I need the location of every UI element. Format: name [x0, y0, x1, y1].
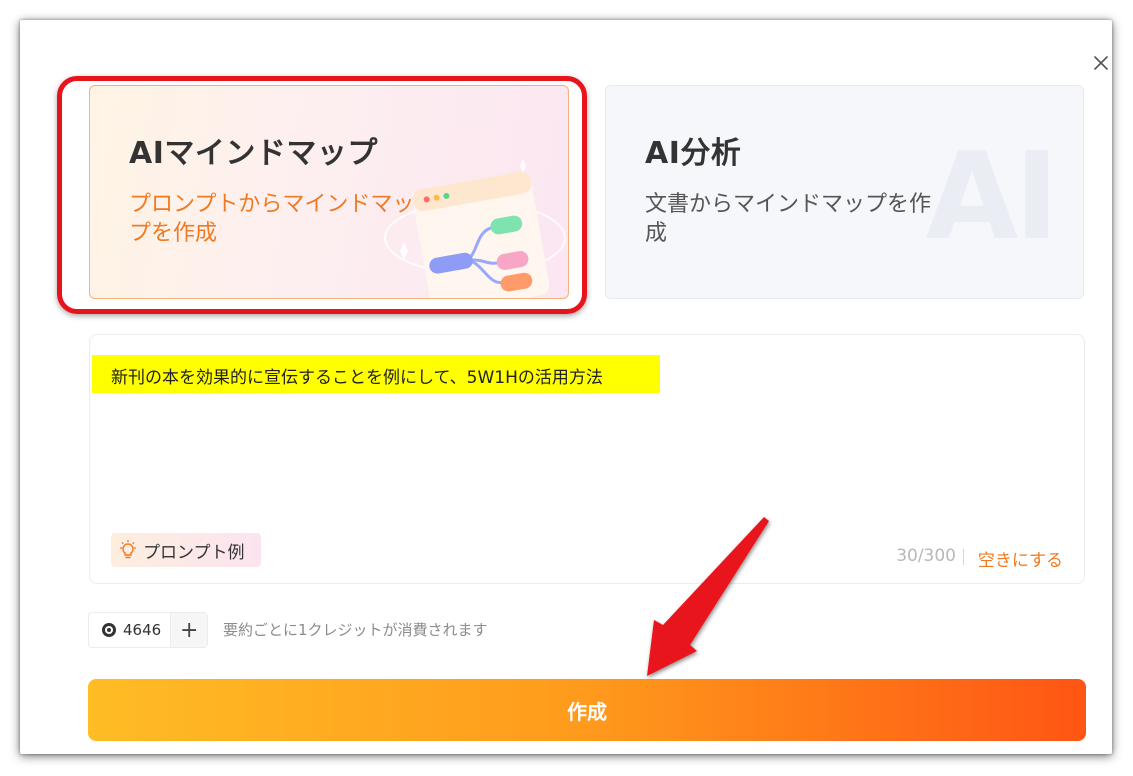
- clear-button[interactable]: 空きにする: [978, 546, 1063, 571]
- card-ai-mind-map[interactable]: AIマインドマップ プロンプトからマインドマップを作成: [89, 85, 569, 299]
- prompt-text[interactable]: 新刊の本を効果的に宣伝することを例にして、5W1Hの活用方法: [111, 363, 603, 388]
- credit-balance: 4646 +: [88, 612, 208, 648]
- card-description: プロンプトからマインドマップを作成: [129, 192, 415, 246]
- card-description: 文書からマインドマップを作成: [645, 192, 932, 246]
- divider: [963, 549, 964, 565]
- prompt-text-highlight: 新刊の本を効果的に宣伝することを例にして、5W1Hの活用方法: [92, 355, 660, 393]
- card-title: AIマインドマップ: [129, 136, 378, 171]
- create-button-label: 作成: [567, 701, 607, 724]
- coin-icon: [102, 623, 116, 637]
- close-icon: [1094, 56, 1108, 70]
- card-title: AI分析: [645, 136, 742, 171]
- credit-note: 要約ごとに1クレジットが消費されます: [223, 621, 488, 639]
- character-count: 30/300: [896, 546, 956, 566]
- close-button[interactable]: [1089, 51, 1113, 75]
- prompt-example-button[interactable]: プロンプト例: [111, 533, 261, 567]
- lightbulb-icon: [120, 540, 136, 559]
- create-button[interactable]: 作成: [88, 679, 1086, 741]
- card-ai-analysis[interactable]: AI AI分析 文書からマインドマップを作成: [605, 85, 1084, 299]
- ai-mind-map-dialog: AIマインドマップ プロンプトからマインドマップを作成 AI AI分析 文書から…: [20, 20, 1112, 754]
- credit-value: 4646: [123, 621, 162, 639]
- prompt-example-label: プロンプト例: [143, 542, 245, 563]
- prompt-textarea[interactable]: 新刊の本を効果的に宣伝することを例にして、5W1Hの活用方法 プロンプト例 30…: [89, 334, 1085, 584]
- add-credits-button[interactable]: +: [170, 613, 207, 647]
- mind-map-illustration-icon: [384, 159, 566, 298]
